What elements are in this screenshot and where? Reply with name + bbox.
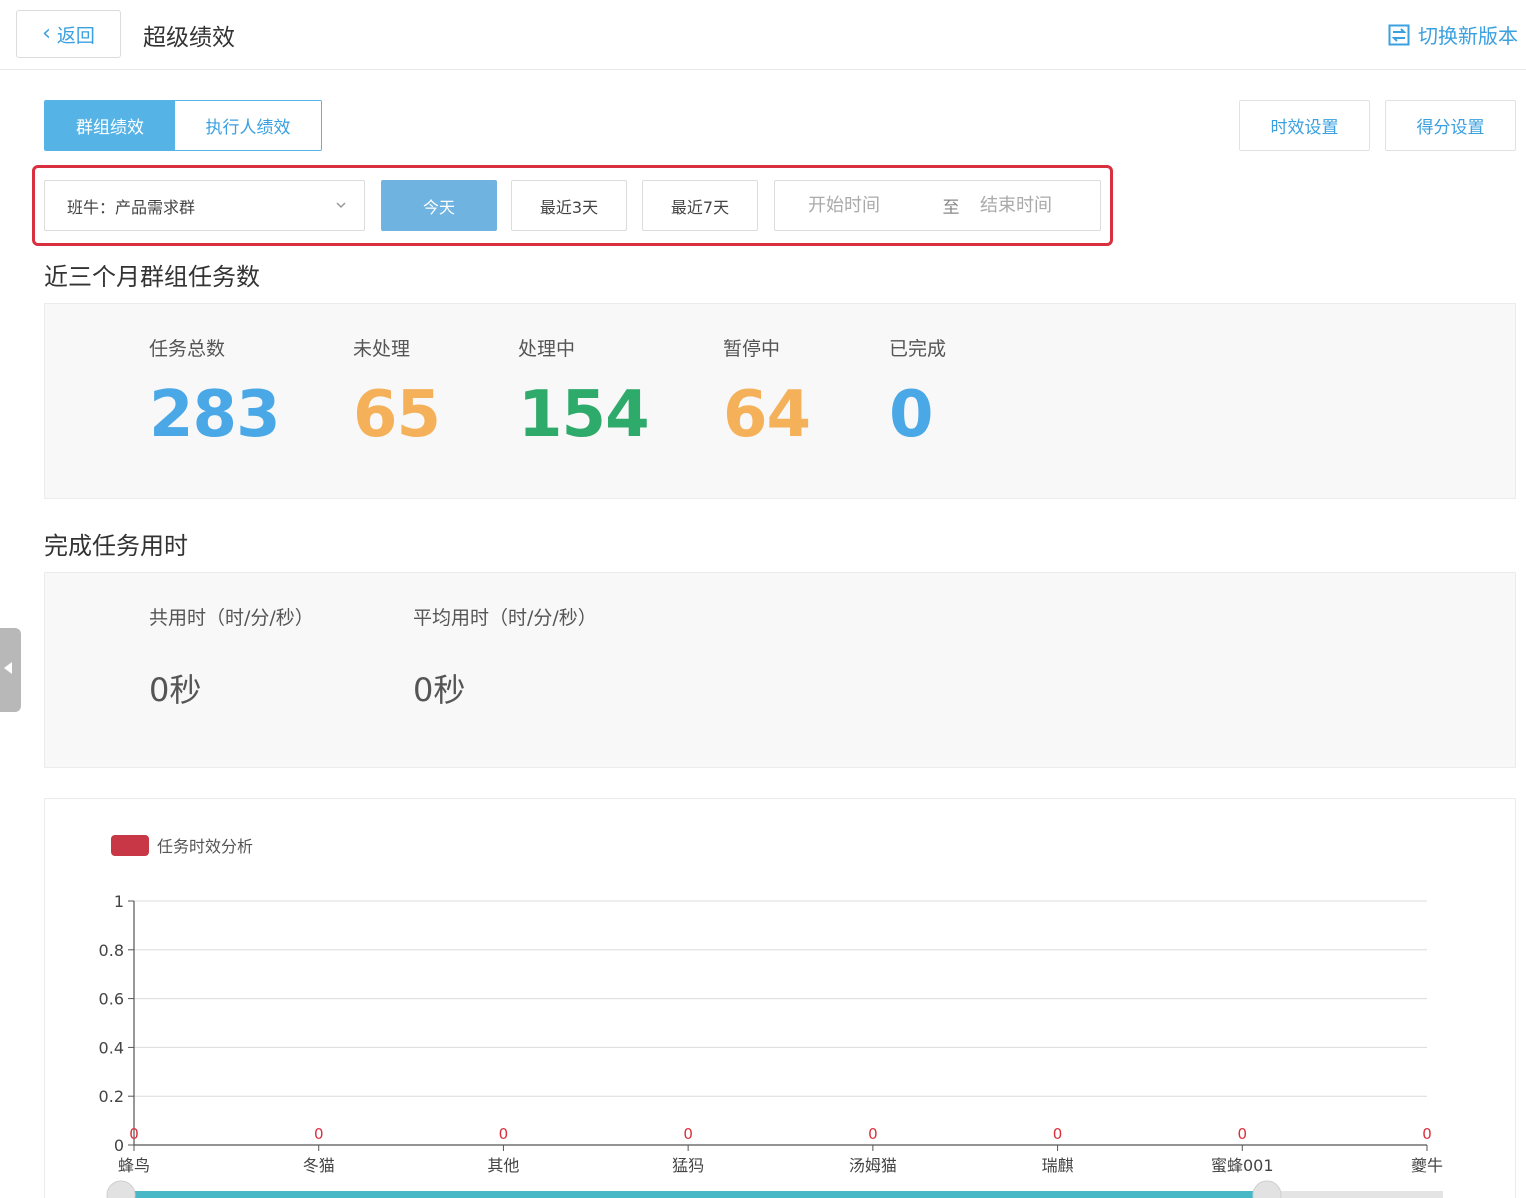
side-panel-toggle[interactable]: [0, 628, 21, 712]
tab-group-performance[interactable]: 群组绩效: [45, 101, 175, 150]
stat-processing: 处理中 154: [518, 334, 650, 452]
switch-version-link[interactable]: 切换新版本: [1388, 20, 1518, 49]
x-tick-label: 蜜蜂001: [1211, 1156, 1274, 1175]
stat-value: 0: [889, 378, 934, 452]
stat-average-time: 平均用时（时/分/秒） 0秒: [413, 603, 597, 706]
completion-time-title: 完成任务用时: [44, 532, 188, 560]
group-select-value: 班牛：产品需求群: [67, 197, 196, 217]
stat-label: 已完成: [889, 338, 947, 360]
stat-value: 0秒: [413, 671, 466, 709]
y-tick-label: 1: [114, 892, 124, 911]
stat-value: 65: [353, 378, 441, 452]
performance-tabs: 群组绩效 执行人绩效: [44, 100, 322, 151]
chevron-down-icon: [336, 202, 346, 209]
stat-value: 0秒: [149, 671, 202, 709]
x-tick-label: 猛犸: [672, 1156, 704, 1175]
chart-panel: 任务时效分析 0 0.2 0.4 0.6 0.8 1 蜂鸟 0 冬猫 0 其他 0 猛犸 0 汤姆猫 0 瑞麒 0 蜜…: [44, 798, 1516, 1198]
tab-executor-performance[interactable]: 执行人绩效: [175, 101, 321, 150]
stat-value: 154: [518, 378, 650, 452]
x-tick-label: 夔牛: [1411, 1156, 1443, 1175]
zoom-handle-left: [106, 1180, 136, 1198]
stat-total-time: 共用时（时/分/秒） 0秒: [149, 603, 314, 706]
data-label: 0: [683, 1125, 693, 1143]
zoom-slider-fill: [121, 1191, 1267, 1198]
stat-value: 64: [723, 378, 811, 452]
caret-left-icon: [4, 662, 12, 674]
x-tick-label: 其他: [487, 1156, 519, 1175]
date-range-picker: 至: [774, 180, 1101, 231]
data-label: 0: [1422, 1125, 1432, 1143]
y-tick-label: 0.6: [99, 990, 124, 1009]
range-7days-button[interactable]: 最近7天: [642, 180, 758, 231]
data-label: 0: [1238, 1125, 1248, 1143]
stat-completed: 已完成 0: [889, 334, 946, 447]
stat-label: 处理中: [518, 338, 576, 360]
stat-label: 共用时（时/分/秒）: [149, 607, 314, 629]
data-label: 0: [1053, 1125, 1063, 1143]
stat-label: 任务总数: [149, 338, 226, 360]
y-tick-label: 0.8: [99, 941, 124, 960]
legend-label: 任务时效分析: [157, 837, 253, 856]
x-tick-label: 瑞麒: [1042, 1156, 1074, 1175]
x-tick-label: 蜂鸟: [118, 1156, 150, 1175]
stat-label: 暂停中: [723, 338, 781, 360]
stat-value: 283: [149, 378, 281, 452]
score-settings-button[interactable]: 得分设置: [1385, 100, 1516, 151]
legend-swatch: [111, 835, 149, 856]
end-date-input[interactable]: [980, 195, 1100, 216]
back-button[interactable]: ‹ 返回: [16, 10, 121, 58]
date-range-separator: 至: [942, 198, 960, 218]
data-label: 0: [499, 1125, 509, 1143]
task-stats-panel: 任务总数 283 未处理 65 处理中 154 暂停中 64 已完成 0: [44, 303, 1516, 499]
time-stats-panel: 共用时（时/分/秒） 0秒 平均用时（时/分/秒） 0秒: [44, 572, 1516, 768]
y-tick-label: 0.4: [99, 1038, 124, 1057]
range-3days-button[interactable]: 最近3天: [511, 180, 627, 231]
x-tick-label: 汤姆猫: [849, 1156, 897, 1175]
timeliness-chart: 任务时效分析00.20.40.60.81蜂鸟0冬猫0其他0猛犸0汤姆猫0瑞麒0蜜…: [99, 835, 1443, 1198]
task-count-title: 近三个月群组任务数: [44, 263, 260, 291]
range-today-button[interactable]: 今天: [381, 180, 497, 231]
data-label: 0: [129, 1125, 139, 1143]
stat-unprocessed: 未处理 65: [353, 334, 441, 452]
switch-icon: [1388, 24, 1410, 45]
y-tick-label: 0.2: [99, 1087, 124, 1106]
back-label: 返回: [56, 24, 95, 47]
stat-label: 未处理: [353, 338, 411, 360]
data-label: 0: [314, 1125, 324, 1143]
zoom-handle-right: [1252, 1180, 1282, 1198]
stat-paused: 暂停中 64: [723, 334, 811, 452]
data-label: 0: [868, 1125, 878, 1143]
timeliness-settings-button[interactable]: 时效设置: [1239, 100, 1370, 151]
stat-label: 平均用时（时/分/秒）: [413, 607, 597, 629]
top-bar: ‹ 返回 超级绩效 切换新版本: [0, 0, 1526, 70]
start-date-input[interactable]: [808, 195, 928, 216]
chevron-left-icon: ‹: [42, 21, 51, 46]
page-title: 超级绩效: [143, 25, 235, 51]
group-select[interactable]: 班牛：产品需求群: [44, 180, 365, 231]
y-tick-label: 0: [114, 1136, 124, 1155]
switch-version-label: 切换新版本: [1418, 24, 1518, 48]
x-tick-label: 冬猫: [303, 1156, 335, 1175]
stat-total: 任务总数 283: [149, 334, 281, 452]
